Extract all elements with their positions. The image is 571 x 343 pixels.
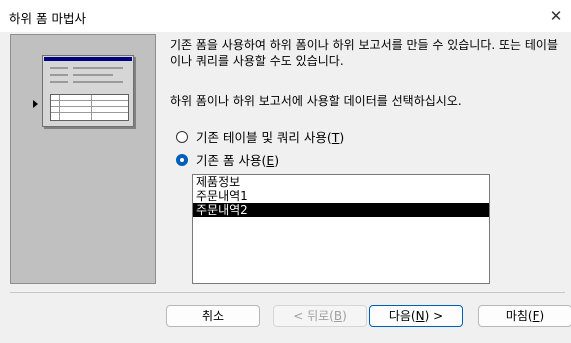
cancel-button[interactable]: 취소 [166, 305, 260, 327]
list-item[interactable]: 주문내역1 [193, 189, 489, 203]
finish-button[interactable]: 마침(F) [478, 305, 571, 327]
existing-forms-list[interactable]: 제품정보 주문내역1 주문내역2 [192, 174, 490, 284]
back-button[interactable]: < 뒤로(B) [273, 305, 367, 327]
data-source-prompt: 하위 폼이나 하위 보고서에 사용할 데이터를 선택하십시오. [170, 94, 462, 108]
title-bar: 하위 폼 마법사 ✕ [0, 0, 571, 32]
radio-label: 기존 테이블 및 쿼리 사용(T) [196, 130, 345, 145]
radio-use-existing-form[interactable]: 기존 폼 사용(E) [176, 150, 279, 169]
form-preview-panel [10, 34, 156, 284]
radio-use-tables-queries[interactable]: 기존 테이블 및 쿼리 사용(T) [176, 127, 344, 146]
window-title: 하위 폼 마법사 [9, 11, 86, 26]
radio-circle-selected[interactable] [176, 153, 188, 166]
list-item[interactable]: 제품정보 [193, 175, 489, 189]
radio-circle[interactable] [176, 130, 188, 143]
pointer-arrow-icon [33, 100, 38, 108]
wizard-description: 기존 폼을 사용하여 하위 폼이나 하위 보고서를 만들 수 있습니다. 또는 … [170, 38, 559, 68]
list-item-selected[interactable]: 주문내역2 [193, 203, 489, 217]
radio-label: 기존 폼 사용(E) [196, 153, 280, 168]
button-separator [10, 292, 565, 293]
subform-illustration-icon [42, 55, 134, 127]
close-icon[interactable]: ✕ [541, 0, 571, 32]
next-button[interactable]: 다음(N) > [369, 305, 463, 327]
